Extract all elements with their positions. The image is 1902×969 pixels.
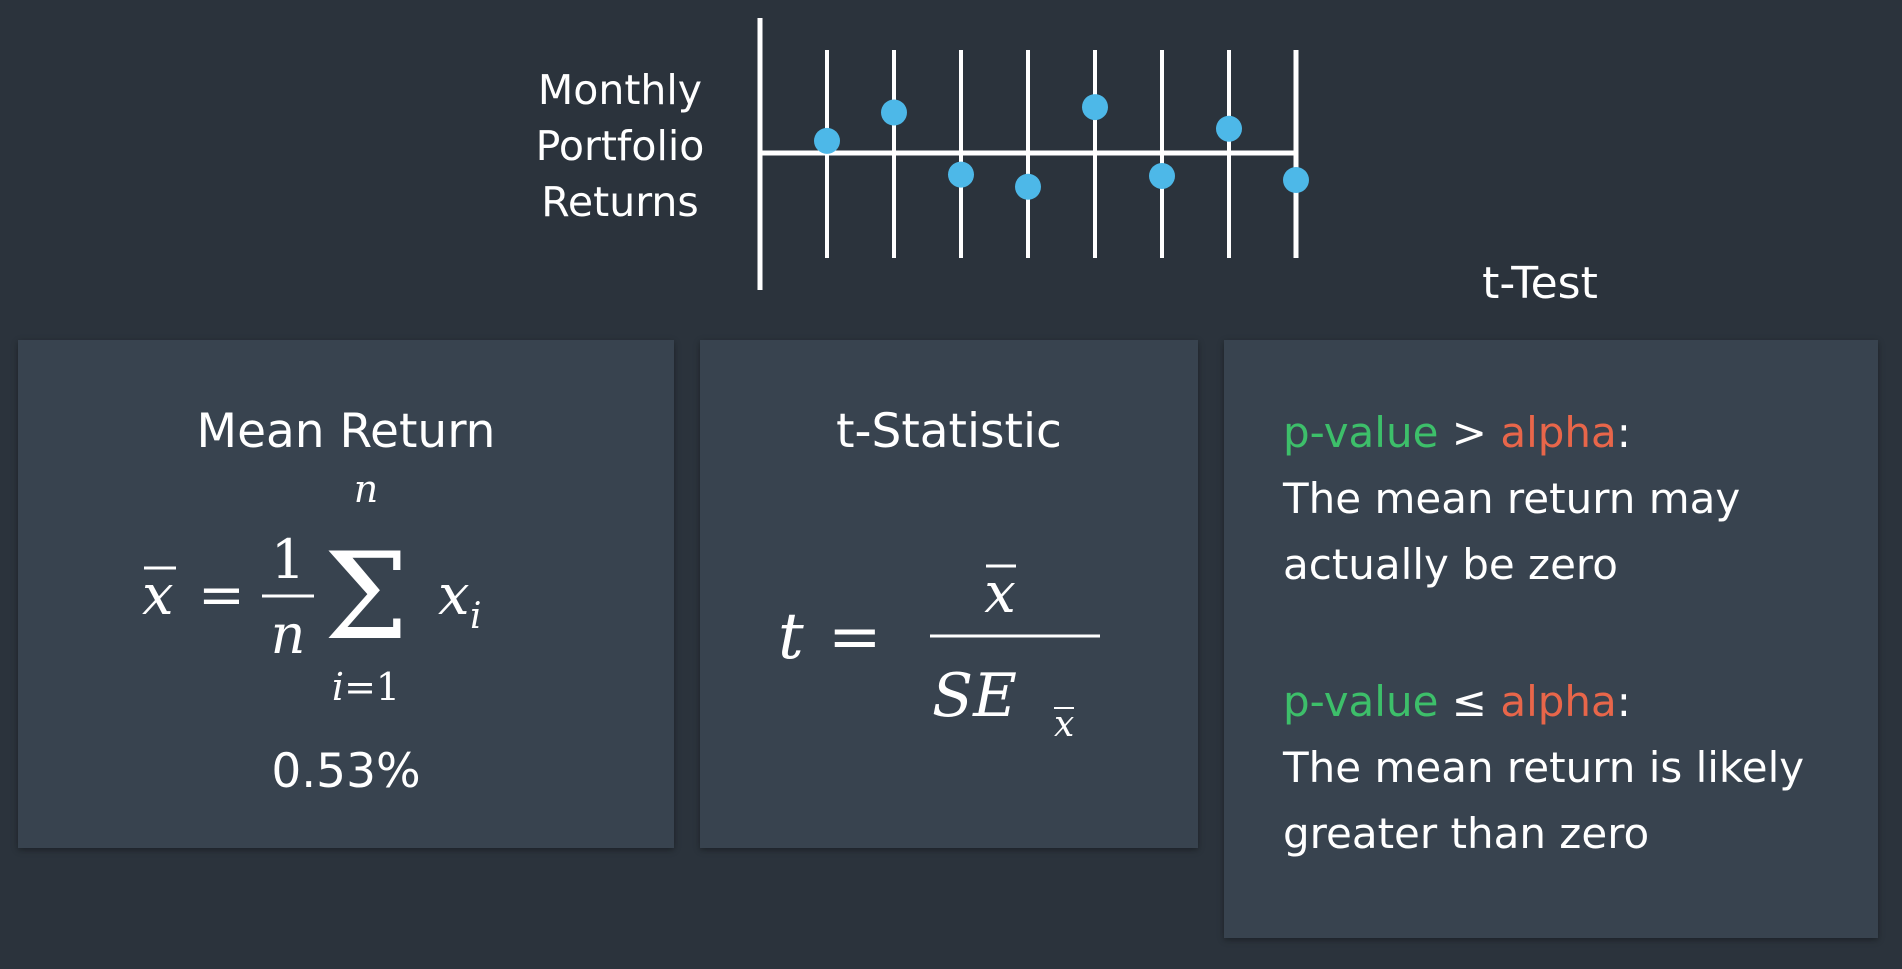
- p-value-label: p-value: [1283, 408, 1439, 457]
- rule-high-p-text-1: The mean return may: [1283, 474, 1741, 523]
- ttest-heading: t-Test: [1482, 258, 1598, 309]
- comparison-operator: ≤: [1438, 677, 1501, 726]
- colon: :: [1616, 677, 1631, 726]
- return-point: [814, 127, 840, 154]
- mean-return-value: 0.53%: [271, 744, 421, 799]
- svg-text:=: =: [828, 600, 882, 674]
- svg-text:=: =: [198, 563, 245, 628]
- return-point: [1283, 167, 1309, 193]
- svg-text:x: x: [142, 563, 174, 628]
- svg-text:SE: SE: [932, 661, 1017, 731]
- rule-low-p-condition: p-value ≤ alpha:: [1283, 669, 1804, 735]
- mean-formula: x = 1 n n Σ i=1 x i: [142, 468, 482, 708]
- t-statistic-card: t-Statistic t = x SE x: [700, 340, 1198, 848]
- t-statistic-formula: t = x SE x: [778, 561, 1100, 745]
- return-point: [881, 99, 907, 126]
- svg-text:n: n: [354, 468, 378, 511]
- rule-high-p-text-2: actually be zero: [1283, 540, 1618, 589]
- svg-text:x: x: [1054, 704, 1074, 745]
- return-point: [1149, 162, 1175, 189]
- return-point: [948, 161, 974, 188]
- t-statistic-title: t-Statistic: [836, 404, 1062, 459]
- svg-text:x: x: [438, 563, 470, 628]
- svg-text:i=1: i=1: [332, 665, 400, 708]
- alpha-label: alpha: [1500, 408, 1617, 457]
- rule-low-p: p-value ≤ alpha: The mean return is like…: [1283, 669, 1804, 867]
- comparison-operator: >: [1438, 408, 1501, 457]
- svg-text:t: t: [778, 600, 804, 674]
- slide: Monthly Portfolio Returns t-Test Mean Re…: [0, 0, 1902, 969]
- alpha-label: alpha: [1500, 677, 1617, 726]
- return-point: [1015, 173, 1041, 200]
- svg-text:x: x: [984, 561, 1016, 626]
- mean-return-card: Mean Return x = 1 n n Σ i=1 x i 0.53%: [18, 340, 674, 848]
- return-point: [1216, 115, 1242, 142]
- colon: :: [1616, 408, 1631, 457]
- svg-text:Σ: Σ: [324, 528, 409, 667]
- rule-high-p: p-value > alpha: The mean return may act…: [1283, 400, 1740, 598]
- svg-text:n: n: [271, 603, 306, 666]
- return-point: [1082, 94, 1108, 121]
- t-test-card: p-value > alpha: The mean return may act…: [1224, 340, 1878, 938]
- rule-low-p-text-1: The mean return is likely: [1283, 743, 1805, 792]
- p-value-label: p-value: [1283, 677, 1439, 726]
- mean-return-title: Mean Return: [196, 404, 496, 459]
- svg-text:i: i: [470, 596, 482, 637]
- rule-low-p-text-2: greater than zero: [1283, 809, 1650, 858]
- rule-high-p-condition: p-value > alpha:: [1283, 400, 1740, 466]
- svg-text:1: 1: [271, 528, 305, 591]
